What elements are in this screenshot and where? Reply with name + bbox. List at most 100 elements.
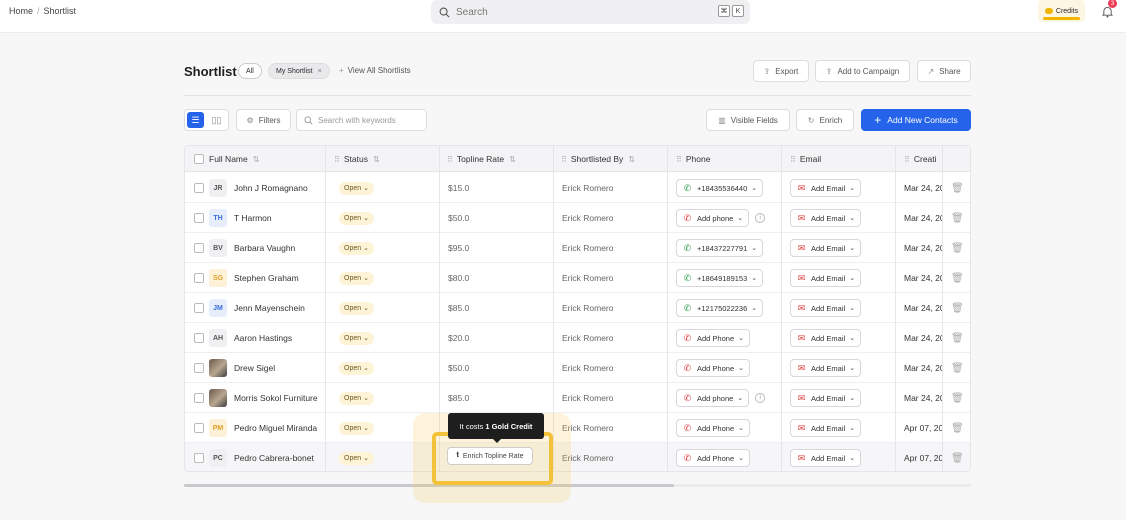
column-shortlisted-by[interactable]: ⠿ Shortlisted By ⇅ bbox=[561, 146, 671, 172]
email-dropdown[interactable]: ✉ Add Email ⌄ bbox=[790, 449, 862, 467]
row-checkbox[interactable] bbox=[194, 173, 204, 203]
row-checkbox[interactable] bbox=[194, 323, 204, 353]
phone-dropdown[interactable]: ✆ Add Phone ⌄ bbox=[676, 359, 750, 377]
full-name-cell[interactable]: PC Pedro Cabrera-bonet bbox=[209, 443, 324, 471]
column-phone[interactable]: ⠿ Phone bbox=[676, 146, 776, 172]
status-cell[interactable]: Open ⌄ bbox=[339, 293, 374, 323]
trash-icon[interactable]: 🗑 bbox=[951, 443, 964, 471]
status-cell[interactable]: Open ⌄ bbox=[339, 173, 374, 203]
phone-dropdown[interactable]: ✆ +18437227791 ⌄ bbox=[676, 239, 764, 257]
email-dropdown[interactable]: ✉ Add Email ⌄ bbox=[790, 209, 862, 227]
status-badge[interactable]: Open ⌄ bbox=[339, 331, 374, 345]
info-icon[interactable]: i bbox=[755, 213, 766, 223]
sort-icon[interactable]: ⇅ bbox=[628, 155, 635, 164]
full-name-cell[interactable]: AH Aaron Hastings bbox=[209, 323, 324, 353]
trash-icon[interactable]: 🗑 bbox=[951, 353, 964, 383]
table-row[interactable]: JM Jenn Mayenschein Open ⌄ $85.0 Erick Rom… bbox=[185, 293, 970, 323]
row-checkbox[interactable] bbox=[194, 383, 204, 413]
email-dropdown[interactable]: ✉ Add Email ⌄ bbox=[790, 419, 862, 437]
row-checkbox[interactable] bbox=[194, 263, 204, 293]
tab-my-shortlist[interactable]: My Shortlist × bbox=[268, 63, 330, 79]
drag-handle-icon[interactable]: ⠿ bbox=[561, 155, 567, 164]
full-name-cell[interactable]: JR John J Romagnano bbox=[209, 173, 324, 203]
email-dropdown[interactable]: ✉ Add Email ⌄ bbox=[790, 359, 862, 377]
email-dropdown[interactable]: ✉ Add Email ⌄ bbox=[790, 239, 862, 257]
add-to-campaign-button[interactable]: ⇪ Add to Campaign bbox=[815, 60, 910, 82]
status-cell[interactable]: Open ⌄ bbox=[339, 383, 374, 413]
full-name-cell[interactable]: Morris Sokol Furniture bbox=[209, 383, 324, 413]
email-dropdown[interactable]: ✉ Add Email ⌄ bbox=[790, 329, 862, 347]
sort-icon[interactable]: ⇅ bbox=[373, 155, 380, 164]
phone-dropdown[interactable]: ✆ Add Phone ⌄ bbox=[676, 329, 750, 347]
column-status[interactable]: ⠿ Status ⇅ bbox=[334, 146, 434, 172]
email-dropdown[interactable]: ✉ Add Email ⌄ bbox=[790, 269, 862, 287]
phone-dropdown[interactable]: ✆ +18435536440 ⌄ bbox=[676, 179, 764, 197]
full-name-cell[interactable]: PM Pedro Miguel Miranda bbox=[209, 413, 324, 443]
status-badge[interactable]: Open ⌄ bbox=[339, 301, 374, 315]
table-row[interactable]: TH T Harmon Open ⌄ $50.0 Erick Romero ✆ Add… bbox=[185, 203, 970, 233]
table-row[interactable]: PC Pedro Cabrera-bonet Open ⌄ Erick Romero… bbox=[185, 443, 970, 471]
credits-button[interactable]: Credits bbox=[1038, 0, 1085, 22]
status-badge[interactable]: Open ⌄ bbox=[339, 391, 374, 405]
phone-dropdown[interactable]: ✆ +12175022236 ⌄ bbox=[676, 299, 764, 317]
trash-icon[interactable]: 🗑 bbox=[951, 413, 964, 443]
drag-handle-icon[interactable]: ⠿ bbox=[676, 155, 682, 164]
board-view-icon[interactable]: ▯▯ bbox=[208, 112, 225, 128]
row-checkbox[interactable] bbox=[194, 413, 204, 443]
list-view-icon[interactable]: ☰ bbox=[187, 112, 204, 128]
trash-icon[interactable]: 🗑 bbox=[951, 383, 964, 413]
tab-all[interactable]: All bbox=[238, 63, 262, 79]
phone-dropdown[interactable]: ✆ +18649189153 ⌄ bbox=[676, 269, 764, 287]
status-badge[interactable]: Open ⌄ bbox=[339, 361, 374, 375]
status-cell[interactable]: Open ⌄ bbox=[339, 263, 374, 293]
table-row[interactable]: JR John J Romagnano Open ⌄ $15.0 Erick Rom… bbox=[185, 173, 970, 203]
phone-dropdown[interactable]: ✆ Add Phone ⌄ bbox=[676, 419, 750, 437]
trash-icon[interactable]: 🗑 bbox=[951, 323, 964, 353]
horizontal-scrollbar[interactable] bbox=[184, 484, 971, 487]
trash-icon[interactable]: 🗑 bbox=[951, 263, 964, 293]
status-badge[interactable]: Open ⌄ bbox=[339, 181, 374, 195]
enrich-button[interactable]: ↻ Enrich bbox=[796, 109, 854, 131]
export-button[interactable]: ⇪ Export bbox=[753, 60, 809, 82]
column-email[interactable]: ⠿ Email bbox=[790, 146, 890, 172]
visible-fields-button[interactable]: ▥ Visible Fields bbox=[706, 109, 790, 131]
phone-dropdown[interactable]: ✆ Add phone ⌄ bbox=[676, 389, 750, 407]
select-all-checkbox[interactable] bbox=[194, 146, 204, 172]
trash-icon[interactable]: 🗑 bbox=[951, 293, 964, 323]
trash-icon[interactable]: 🗑 bbox=[951, 173, 964, 203]
row-checkbox[interactable] bbox=[194, 353, 204, 383]
status-cell[interactable]: Open ⌄ bbox=[339, 233, 374, 263]
status-badge[interactable]: Open ⌄ bbox=[339, 271, 374, 285]
view-all-shortlists-link[interactable]: + View All Shortlists bbox=[339, 66, 411, 75]
table-row[interactable]: AH Aaron Hastings Open ⌄ $20.0 Erick Romer… bbox=[185, 323, 970, 353]
status-badge[interactable]: Open ⌄ bbox=[339, 451, 374, 465]
table-row[interactable]: Morris Sokol Furniture Open ⌄ $85.0 Erick… bbox=[185, 383, 970, 413]
row-checkbox[interactable] bbox=[194, 443, 204, 471]
full-name-cell[interactable]: JM Jenn Mayenschein bbox=[209, 293, 324, 323]
full-name-cell[interactable]: Drew Sigel bbox=[209, 353, 324, 383]
email-dropdown[interactable]: ✉ Add Email ⌄ bbox=[790, 299, 862, 317]
column-topline-rate[interactable]: ⠿ Topline Rate ⇅ bbox=[447, 146, 557, 172]
row-checkbox[interactable] bbox=[194, 233, 204, 263]
status-cell[interactable]: Open ⌄ bbox=[339, 323, 374, 353]
drag-handle-icon[interactable]: ⠿ bbox=[904, 155, 910, 164]
table-row[interactable]: Drew Sigel Open ⌄ $50.0 Erick Romero ✆ Add… bbox=[185, 353, 970, 383]
keyword-search-input[interactable]: Search with keywords bbox=[296, 109, 427, 131]
notifications-button[interactable]: 3 bbox=[1096, 0, 1118, 22]
info-icon[interactable]: i bbox=[755, 393, 766, 403]
status-cell[interactable]: Open ⌄ bbox=[339, 353, 374, 383]
full-name-cell[interactable]: SG Stephen Graham bbox=[209, 263, 324, 293]
status-cell[interactable]: Open ⌄ bbox=[339, 203, 374, 233]
phone-dropdown[interactable]: ✆ Add phone ⌄ bbox=[676, 209, 750, 227]
row-checkbox[interactable] bbox=[194, 203, 204, 233]
table-row[interactable]: BV Barbara Vaughn Open ⌄ $95.0 Erick Romer… bbox=[185, 233, 970, 263]
drag-handle-icon[interactable]: ⠿ bbox=[790, 155, 796, 164]
sort-icon[interactable]: ⇅ bbox=[253, 155, 260, 164]
full-name-cell[interactable]: TH T Harmon bbox=[209, 203, 324, 233]
email-dropdown[interactable]: ✉ Add Email ⌄ bbox=[790, 389, 862, 407]
table-row[interactable]: PM Pedro Miguel Miranda Open ⌄ Erick Romer… bbox=[185, 413, 970, 443]
trash-icon[interactable]: 🗑 bbox=[951, 203, 964, 233]
phone-dropdown[interactable]: ✆ Add Phone ⌄ bbox=[676, 449, 750, 467]
drag-handle-icon[interactable]: ⠿ bbox=[334, 155, 340, 164]
filters-button[interactable]: ⚙ Filters bbox=[236, 109, 291, 131]
